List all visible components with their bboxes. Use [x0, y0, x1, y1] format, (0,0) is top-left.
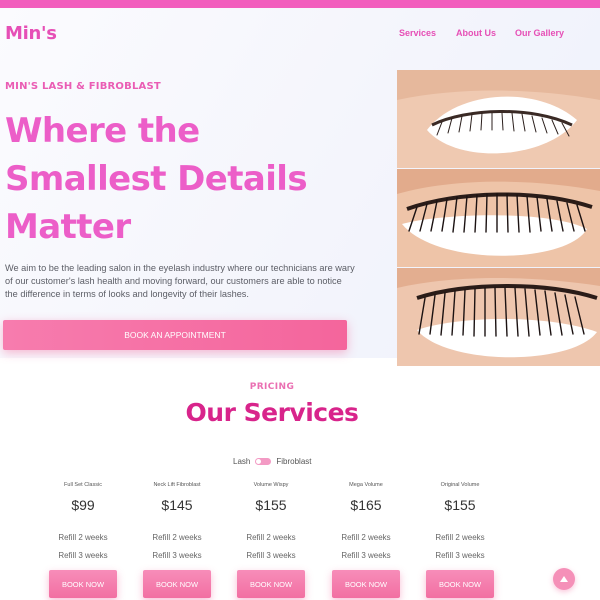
- plan-name: Original Volume: [440, 482, 480, 488]
- nav-services[interactable]: Services: [399, 28, 436, 38]
- toggle-label-fibroblast[interactable]: Fibroblast: [276, 457, 311, 466]
- toggle-knob: [256, 459, 262, 464]
- plan-refill-2-weeks: Refill 2 weeks: [246, 533, 296, 542]
- plan-price: $155: [255, 497, 287, 513]
- plan-price: $155: [444, 497, 476, 513]
- lash-photo-classic: [397, 70, 600, 168]
- hero-description: We aim to be the leading salon in the ey…: [5, 263, 355, 299]
- pricing-eyebrow: PRICING: [249, 382, 295, 392]
- plan-name: Volume Wispy: [253, 482, 289, 488]
- hero-headline: Where the Smallest Details Matter: [5, 107, 375, 251]
- plan-refill-3-weeks: Refill 3 weeks: [152, 551, 202, 560]
- plan-price: $165: [350, 497, 382, 513]
- lash-photo-volume: [397, 169, 600, 267]
- top-accent-bar: [0, 0, 600, 8]
- chevron-up-icon: [560, 576, 568, 582]
- price-card: Neck Lift Fibroblast $145 Refill 2 weeks…: [134, 482, 220, 598]
- book-now-button[interactable]: BOOK NOW: [237, 570, 305, 598]
- plan-name: Full Set Classic: [64, 482, 102, 488]
- book-now-button[interactable]: BOOK NOW: [143, 570, 211, 598]
- headline-line: Matter: [5, 207, 131, 247]
- plan-name: Neck Lift Fibroblast: [153, 482, 201, 488]
- headline-line: Smallest Details: [5, 159, 308, 199]
- nav-our-gallery[interactable]: Our Gallery: [515, 28, 564, 38]
- plan-refill-2-weeks: Refill 2 weeks: [58, 533, 108, 542]
- scroll-to-top-button[interactable]: [553, 568, 575, 590]
- plan-refill-2-weeks: Refill 2 weeks: [435, 533, 485, 542]
- hero-section: Min's Services About Us Our Gallery MIN'…: [0, 8, 600, 366]
- book-appointment-button[interactable]: BOOK AN APPOINTMENT: [3, 320, 347, 350]
- plan-name: Mega Volume: [349, 482, 383, 488]
- price-card: Original Volume $155 Refill 2 weeks Refi…: [417, 482, 503, 598]
- plan-refill-3-weeks: Refill 3 weeks: [435, 551, 485, 560]
- price-card: Full Set Classic $99 Refill 2 weeks Refi…: [40, 482, 126, 598]
- book-now-button[interactable]: BOOK NOW: [426, 570, 494, 598]
- lash-photo-mega-volume: [397, 268, 600, 366]
- headline-line: Where the: [5, 111, 200, 151]
- lash-photo-gallery: [397, 70, 600, 366]
- plan-price: $145: [161, 497, 193, 513]
- services-title: Our Services: [185, 398, 359, 427]
- plan-refill-3-weeks: Refill 3 weeks: [246, 551, 296, 560]
- price-card: Volume Wispy $155 Refill 2 weeks Refill …: [228, 482, 314, 598]
- book-now-button[interactable]: BOOK NOW: [49, 570, 117, 598]
- plan-price: $99: [71, 497, 95, 513]
- plan-refill-3-weeks: Refill 3 weeks: [341, 551, 391, 560]
- plan-refill-3-weeks: Refill 3 weeks: [58, 551, 108, 560]
- book-now-button[interactable]: BOOK NOW: [332, 570, 400, 598]
- hero-eyebrow: MIN'S LASH & FIBROBLAST: [5, 81, 161, 92]
- toggle-switch[interactable]: [255, 458, 272, 465]
- service-type-toggle: Lash Fibroblast: [233, 457, 311, 466]
- plan-refill-2-weeks: Refill 2 weeks: [152, 533, 202, 542]
- price-card: Mega Volume $165 Refill 2 weeks Refill 3…: [323, 482, 409, 598]
- brand-logo[interactable]: Min's: [5, 23, 57, 44]
- toggle-label-lash[interactable]: Lash: [233, 457, 250, 466]
- nav-about-us[interactable]: About Us: [456, 28, 496, 38]
- plan-refill-2-weeks: Refill 2 weeks: [341, 533, 391, 542]
